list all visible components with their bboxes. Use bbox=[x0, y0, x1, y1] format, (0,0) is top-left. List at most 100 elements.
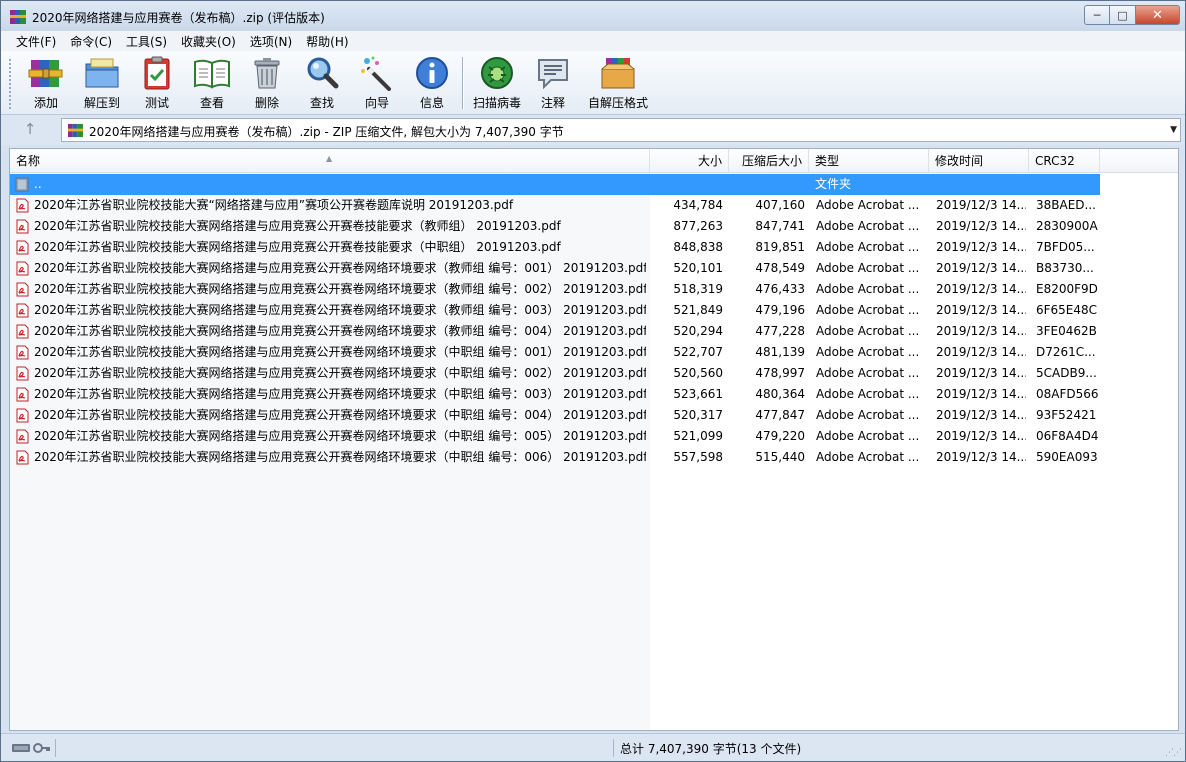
file-name: 2020年江苏省职业院校技能大赛网络搭建与应用竞赛公开赛卷网络环境要求（中职组 … bbox=[34, 366, 646, 380]
column-header-crc[interactable]: CRC32 bbox=[1029, 149, 1100, 173]
view-button[interactable]: 查看 bbox=[186, 55, 238, 111]
test-button[interactable]: 测试 bbox=[131, 55, 183, 111]
file-type: Adobe Acrobat ... bbox=[816, 282, 920, 296]
wizard-button[interactable]: 向导 bbox=[351, 55, 403, 111]
find-button[interactable]: 查找 bbox=[296, 55, 348, 111]
comment-button[interactable]: 注释 bbox=[527, 55, 579, 111]
resize-grip-icon[interactable]: ⋰⋰ bbox=[1165, 748, 1182, 758]
address-dropdown-icon[interactable]: ▼ bbox=[1170, 125, 1177, 135]
parent-folder-name: .. bbox=[34, 177, 42, 191]
file-type: Adobe Acrobat ... bbox=[816, 219, 920, 233]
info-button-label: 信息 bbox=[419, 96, 444, 110]
file-type: Adobe Acrobat ... bbox=[816, 429, 920, 443]
file-packed-size: 847,741 bbox=[755, 219, 805, 233]
delete-button-label: 删除 bbox=[254, 96, 279, 110]
minimize-button[interactable]: ─ bbox=[1084, 5, 1110, 25]
comment-icon bbox=[534, 55, 572, 91]
toolbar: 添加 解压到 测试 查看 删除 查找 向导 信息 扫描病毒 注释 自解压格式 bbox=[1, 51, 1185, 115]
add-button[interactable]: 添加 bbox=[20, 55, 72, 111]
file-list: 名称 ▲ 大小 压缩后大小 类型 修改时间 CRC32 .. 文件夹 2020年… bbox=[9, 148, 1179, 731]
file-modified: 2019/12/3 14... bbox=[936, 198, 1026, 212]
view-button-label: 查看 bbox=[199, 96, 224, 110]
file-name: 2020年江苏省职业院校技能大赛网络搭建与应用竞赛公开赛卷网络环境要求（中职组 … bbox=[34, 408, 646, 422]
menu-favorites[interactable]: 收藏夹(O) bbox=[174, 33, 243, 50]
file-name: 2020年江苏省职业院校技能大赛网络搭建与应用竞赛公开赛卷网络环境要求（教师组 … bbox=[34, 261, 646, 275]
file-row[interactable]: 2020年江苏省职业院校技能大赛网络搭建与应用竞赛公开赛卷网络环境要求（中职组 … bbox=[10, 426, 1100, 447]
pdf-file-icon bbox=[16, 198, 29, 213]
up-folder-button[interactable]: ↑ bbox=[19, 120, 41, 140]
file-modified: 2019/12/3 14... bbox=[936, 345, 1026, 359]
file-row[interactable]: 2020年江苏省职业院校技能大赛网络搭建与应用竞赛公开赛卷网络环境要求（中职组 … bbox=[10, 342, 1100, 363]
file-name: 2020年江苏省职业院校技能大赛网络搭建与应用竞赛公开赛卷技能要求（教师组） 2… bbox=[34, 219, 561, 233]
virus-scan-button[interactable]: 扫描病毒 bbox=[471, 55, 523, 111]
file-type: Adobe Acrobat ... bbox=[816, 303, 920, 317]
info-icon bbox=[413, 55, 451, 91]
file-size: 520,294 bbox=[673, 324, 723, 338]
file-row[interactable]: 2020年江苏省职业院校技能大赛网络搭建与应用竞赛公开赛卷技能要求（教师组） 2… bbox=[10, 216, 1100, 237]
file-type: Adobe Acrobat ... bbox=[816, 261, 920, 275]
file-crc: B83730... bbox=[1036, 261, 1094, 275]
list-header: 名称 ▲ 大小 压缩后大小 类型 修改时间 CRC32 bbox=[10, 149, 1178, 173]
toolbar-grip[interactable] bbox=[9, 59, 12, 109]
file-name: 2020年江苏省职业院校技能大赛网络搭建与应用竞赛公开赛卷网络环境要求（中职组 … bbox=[34, 387, 646, 401]
file-row[interactable]: 2020年江苏省职业院校技能大赛网络搭建与应用竞赛公开赛卷网络环境要求（中职组 … bbox=[10, 363, 1100, 384]
column-header-modified[interactable]: 修改时间 bbox=[929, 149, 1029, 173]
delete-button[interactable]: 删除 bbox=[241, 55, 293, 111]
file-crc: 08AFD566 bbox=[1036, 387, 1098, 401]
column-header-name[interactable]: 名称 ▲ bbox=[10, 149, 650, 173]
file-row[interactable]: 2020年江苏省职业院校技能大赛“网络搭建与应用”赛项公开赛卷题库说明 2019… bbox=[10, 195, 1100, 216]
file-type: Adobe Acrobat ... bbox=[816, 345, 920, 359]
title-bar[interactable]: 2020年网络搭建与应用赛卷（发布稿）.zip (评估版本) ─ □ ✕ bbox=[1, 1, 1185, 31]
file-size: 520,101 bbox=[673, 261, 723, 275]
maximize-button[interactable]: □ bbox=[1110, 5, 1136, 25]
file-modified: 2019/12/3 14... bbox=[936, 282, 1026, 296]
close-button[interactable]: ✕ bbox=[1136, 5, 1180, 25]
menu-tools[interactable]: 工具(S) bbox=[119, 33, 174, 50]
column-header-packed[interactable]: 压缩后大小 bbox=[729, 149, 809, 173]
file-row[interactable]: 2020年江苏省职业院校技能大赛网络搭建与应用竞赛公开赛卷网络环境要求（中职组 … bbox=[10, 447, 1100, 468]
file-row[interactable]: 2020年江苏省职业院校技能大赛网络搭建与应用竞赛公开赛卷网络环境要求（中职组 … bbox=[10, 405, 1100, 426]
column-header-size[interactable]: 大小 bbox=[650, 149, 729, 173]
file-size: 877,263 bbox=[673, 219, 723, 233]
file-size: 518,319 bbox=[673, 282, 723, 296]
column-header-type[interactable]: 类型 bbox=[809, 149, 929, 173]
file-modified: 2019/12/3 14... bbox=[936, 240, 1026, 254]
menu-help[interactable]: 帮助(H) bbox=[299, 33, 355, 50]
extract-to-button[interactable]: 解压到 bbox=[76, 55, 128, 111]
file-crc: 3FE0462B bbox=[1036, 324, 1097, 338]
file-name: 2020年江苏省职业院校技能大赛网络搭建与应用竞赛公开赛卷网络环境要求（中职组 … bbox=[34, 345, 646, 359]
file-type: Adobe Acrobat ... bbox=[816, 198, 920, 212]
file-row[interactable]: 2020年江苏省职业院校技能大赛网络搭建与应用竞赛公开赛卷网络环境要求（中职组 … bbox=[10, 384, 1100, 405]
menu-options[interactable]: 选项(N) bbox=[243, 33, 299, 50]
pdf-file-icon bbox=[16, 450, 29, 465]
file-modified: 2019/12/3 14... bbox=[936, 408, 1026, 422]
trash-icon bbox=[248, 55, 286, 91]
parent-folder-row[interactable]: .. 文件夹 bbox=[10, 174, 1100, 195]
file-size: 520,560 bbox=[673, 366, 723, 380]
file-size: 520,317 bbox=[673, 408, 723, 422]
file-size: 557,598 bbox=[673, 450, 723, 464]
comment-button-label: 注释 bbox=[540, 96, 565, 110]
zip-archive-icon bbox=[68, 123, 83, 138]
pdf-file-icon bbox=[16, 387, 29, 402]
file-size: 434,784 bbox=[673, 198, 723, 212]
sfx-button[interactable]: 自解压格式 bbox=[586, 55, 650, 111]
info-button[interactable]: 信息 bbox=[406, 55, 458, 111]
file-row[interactable]: 2020年江苏省职业院校技能大赛网络搭建与应用竞赛公开赛卷网络环境要求（教师组 … bbox=[10, 279, 1100, 300]
address-bar[interactable]: 2020年网络搭建与应用赛卷（发布稿）.zip - ZIP 压缩文件, 解包大小… bbox=[61, 118, 1181, 142]
menu-file[interactable]: 文件(F) bbox=[9, 33, 63, 50]
file-type: Adobe Acrobat ... bbox=[816, 366, 920, 380]
file-modified: 2019/12/3 14... bbox=[936, 303, 1026, 317]
file-row[interactable]: 2020年江苏省职业院校技能大赛网络搭建与应用竞赛公开赛卷技能要求（中职组） 2… bbox=[10, 237, 1100, 258]
window-title: 2020年网络搭建与应用赛卷（发布稿）.zip (评估版本) bbox=[32, 11, 325, 25]
file-row[interactable]: 2020年江苏省职业院校技能大赛网络搭建与应用竞赛公开赛卷网络环境要求（教师组 … bbox=[10, 258, 1100, 279]
file-row[interactable]: 2020年江苏省职业院校技能大赛网络搭建与应用竞赛公开赛卷网络环境要求（教师组 … bbox=[10, 321, 1100, 342]
pdf-file-icon bbox=[16, 303, 29, 318]
file-name: 2020年江苏省职业院校技能大赛网络搭建与应用竞赛公开赛卷网络环境要求（中职组 … bbox=[34, 450, 646, 464]
address-text: 2020年网络搭建与应用赛卷（发布稿）.zip - ZIP 压缩文件, 解包大小… bbox=[89, 125, 564, 139]
add-button-label: 添加 bbox=[33, 96, 58, 110]
file-packed-size: 476,433 bbox=[755, 282, 805, 296]
file-row[interactable]: 2020年江苏省职业院校技能大赛网络搭建与应用竞赛公开赛卷网络环境要求（教师组 … bbox=[10, 300, 1100, 321]
menu-commands[interactable]: 命令(C) bbox=[63, 33, 119, 50]
magnifier-icon bbox=[303, 55, 341, 91]
